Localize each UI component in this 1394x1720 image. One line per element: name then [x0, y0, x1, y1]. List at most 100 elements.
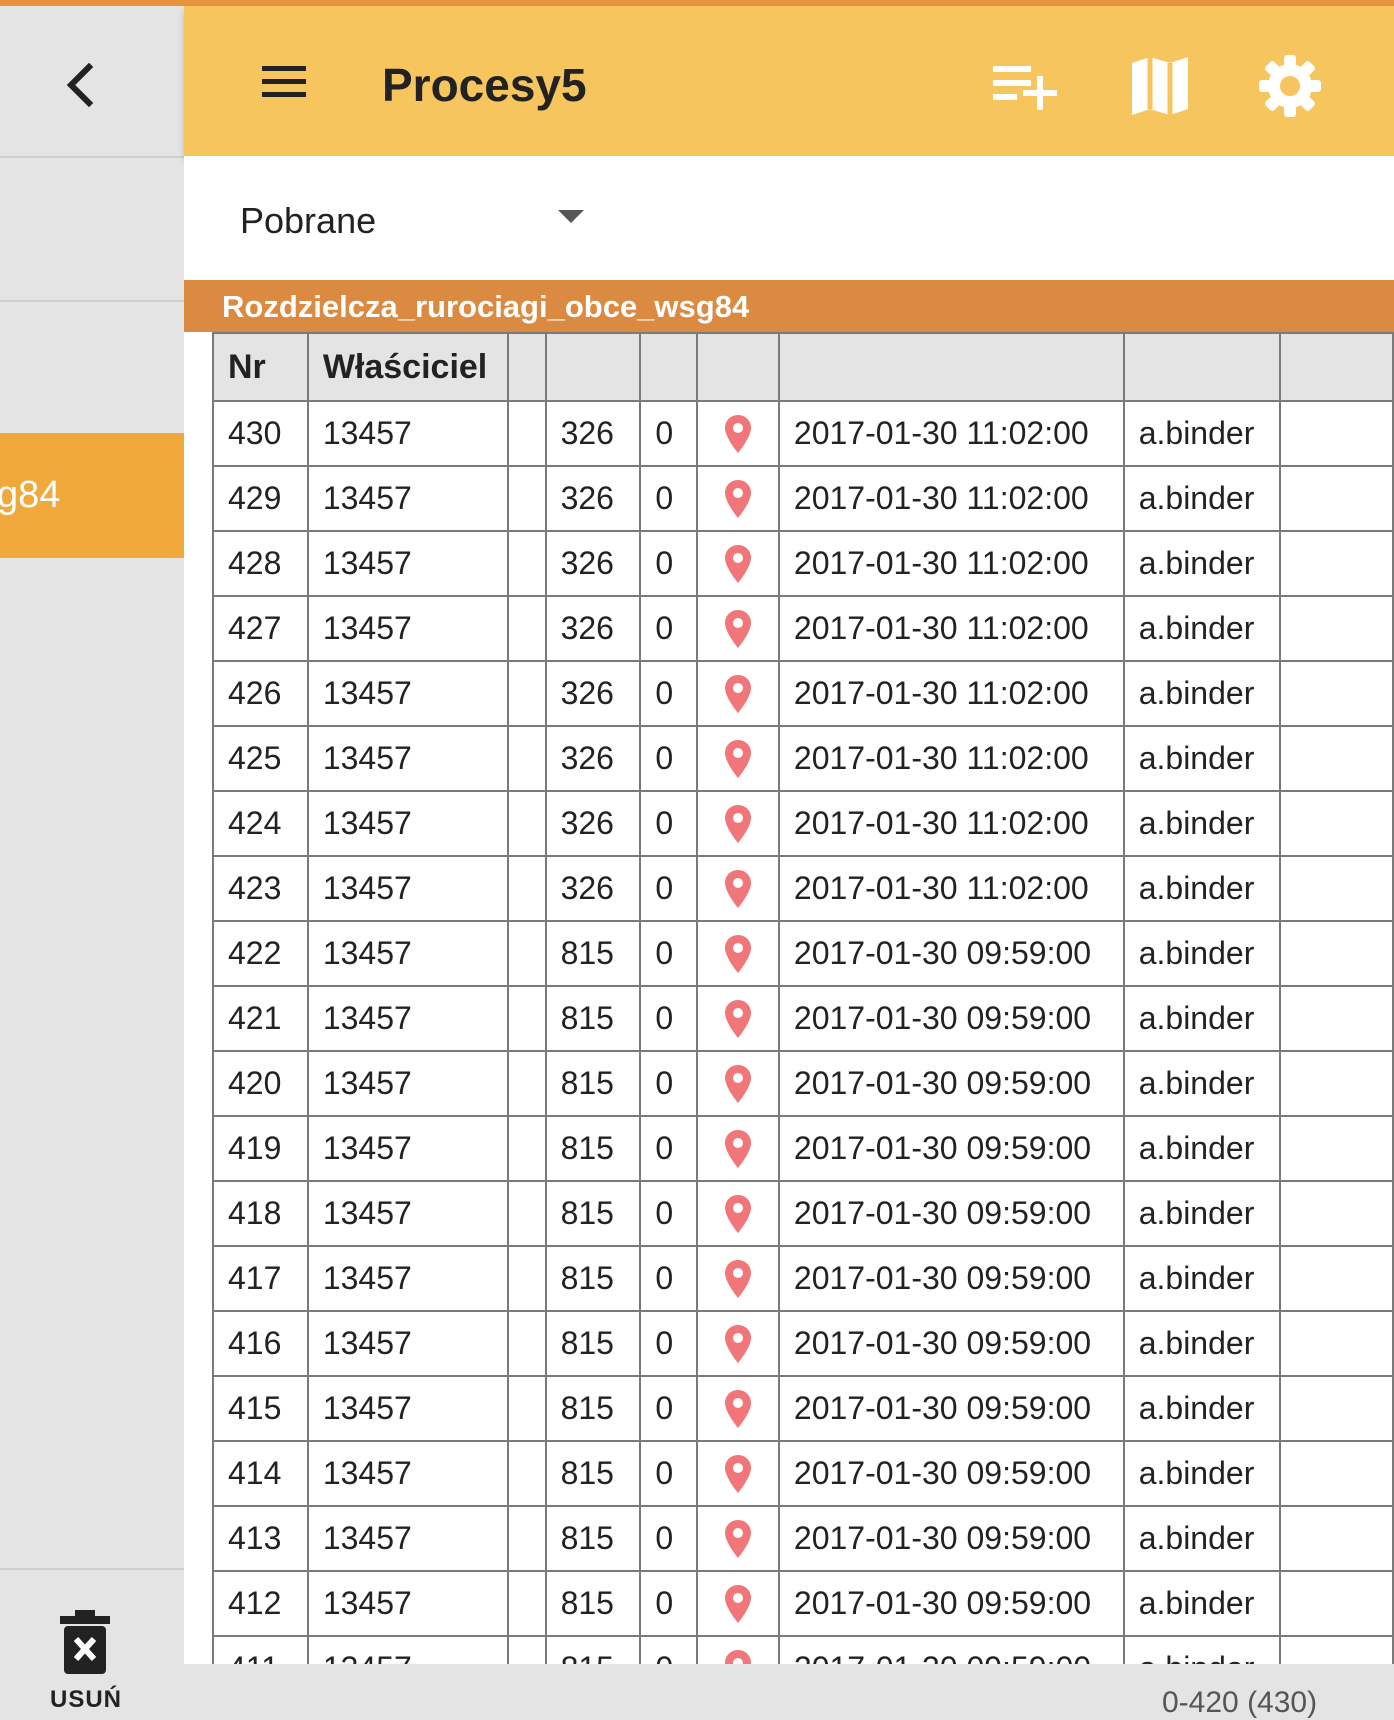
table-row[interactable]: 413 13457 815 0 2017-01-30 09:59:00 a.binder	[212, 1505, 1394, 1572]
table-row[interactable]: 428 13457 326 0 2017-01-30 11:02:00 a.binder	[212, 530, 1394, 597]
table-row[interactable]: 416 13457 815 0 2017-01-30 09:59:00 a.binder	[212, 1310, 1394, 1377]
delete-button[interactable]: USUŃ	[20, 1606, 150, 1713]
table-row[interactable]: 422 13457 815 0 2017-01-30 09:59:00 a.binder	[212, 920, 1394, 987]
table-row[interactable]: 41113457 8150 2017-01-30 09:59:00a.binder	[212, 1635, 1394, 1664]
menu-button[interactable]	[258, 56, 310, 108]
location-cell[interactable]	[696, 660, 780, 727]
table-row[interactable]: 423 13457 326 0 2017-01-30 11:02:00 a.binder	[212, 855, 1394, 922]
location-cell[interactable]	[696, 1570, 780, 1637]
map-button[interactable]	[1120, 46, 1200, 126]
column-header[interactable]: Nr	[212, 332, 309, 402]
column-header[interactable]	[544, 332, 642, 402]
status-filter-dropdown[interactable]: Pobrane	[240, 196, 600, 256]
table-cell: 13457	[306, 920, 509, 987]
table-cell	[1278, 790, 1394, 857]
location-cell[interactable]	[696, 1115, 780, 1182]
app-toolbar: Procesy5	[184, 6, 1394, 156]
records-table-wrap[interactable]: Nr Właściciel 430 13457 326 0 2017-01-30 11:0…	[212, 332, 1394, 1664]
table-cell: 427	[212, 595, 309, 662]
table-cell: 426	[212, 660, 309, 727]
left-divider	[0, 156, 184, 158]
table-cell	[506, 465, 547, 532]
table-cell: 13457	[306, 1310, 509, 1377]
column-header[interactable]: Właściciel	[306, 332, 509, 402]
table-cell: 13457	[306, 855, 509, 922]
location-cell[interactable]	[696, 1505, 780, 1572]
table-row[interactable]: 420 13457 815 0 2017-01-30 09:59:00 a.binder	[212, 1050, 1394, 1117]
table-cell	[1278, 985, 1394, 1052]
back-button[interactable]	[50, 54, 112, 116]
table-cell: 411	[212, 1635, 309, 1664]
settings-button[interactable]	[1250, 46, 1330, 126]
table-cell	[1278, 595, 1394, 662]
location-cell[interactable]	[696, 725, 780, 792]
table-cell: a.binder	[1122, 1505, 1281, 1572]
column-header[interactable]	[1122, 332, 1281, 402]
table-row[interactable]: 424 13457 326 0 2017-01-30 11:02:00 a.binder	[212, 790, 1394, 857]
location-cell[interactable]	[696, 1375, 780, 1442]
table-cell: 0	[639, 465, 699, 532]
selected-layer-item[interactable]: sg84	[0, 433, 184, 558]
left-panel: sg84	[0, 6, 184, 1702]
add-to-list-button[interactable]	[986, 46, 1066, 126]
location-cell[interactable]	[696, 1310, 780, 1377]
map-pin-icon	[725, 544, 752, 583]
table-cell: 326	[544, 725, 642, 792]
table-cell: a.binder	[1122, 920, 1281, 987]
table-cell: 13457	[306, 790, 509, 857]
map-pin-icon	[725, 1324, 752, 1363]
location-cell[interactable]	[696, 920, 780, 987]
table-cell	[1278, 1245, 1394, 1312]
table-cell: a.binder	[1122, 790, 1281, 857]
table-cell: 815	[544, 920, 642, 987]
location-cell[interactable]	[696, 1180, 780, 1247]
table-row[interactable]: 421 13457 815 0 2017-01-30 09:59:00 a.binder	[212, 985, 1394, 1052]
table-row[interactable]: 429 13457 326 0 2017-01-30 11:02:00 a.binder	[212, 465, 1394, 532]
table-row[interactable]: 427 13457 326 0 2017-01-30 11:02:00 a.binder	[212, 595, 1394, 662]
table-row[interactable]: 417 13457 815 0 2017-01-30 09:59:00 a.binder	[212, 1245, 1394, 1312]
table-cell: 13457	[306, 985, 509, 1052]
location-cell[interactable]	[696, 1635, 780, 1664]
column-header[interactable]	[696, 332, 780, 402]
table-cell: 0	[639, 1505, 699, 1572]
map-pin-icon	[725, 1454, 752, 1493]
dropdown-toggle[interactable]	[540, 196, 600, 256]
table-cell	[506, 530, 547, 597]
table-cell: a.binder	[1122, 725, 1281, 792]
table-cell: 2017-01-30 09:59:00	[777, 1375, 1125, 1442]
location-cell[interactable]	[696, 595, 780, 662]
location-cell[interactable]	[696, 1050, 780, 1117]
location-cell[interactable]	[696, 530, 780, 597]
table-cell: 13457	[306, 1115, 509, 1182]
table-cell	[506, 790, 547, 857]
map-pin-icon	[725, 1649, 752, 1664]
column-header[interactable]	[506, 332, 547, 402]
column-header[interactable]	[639, 332, 699, 402]
location-cell[interactable]	[696, 1245, 780, 1312]
table-row[interactable]: 415 13457 815 0 2017-01-30 09:59:00 a.binder	[212, 1375, 1394, 1442]
table-row[interactable]: 412 13457 815 0 2017-01-30 09:59:00 a.binder	[212, 1570, 1394, 1637]
table-cell: 0	[639, 1115, 699, 1182]
location-cell[interactable]	[696, 400, 780, 467]
table-row[interactable]: 426 13457 326 0 2017-01-30 11:02:00 a.binder	[212, 660, 1394, 727]
gear-icon	[1259, 55, 1321, 117]
location-cell[interactable]	[696, 1440, 780, 1507]
map-pin-icon	[725, 674, 752, 713]
table-row[interactable]: 430 13457 326 0 2017-01-30 11:02:00 a.binder	[212, 400, 1394, 467]
table-cell: a.binder	[1122, 985, 1281, 1052]
table-row[interactable]: 418 13457 815 0 2017-01-30 09:59:00 a.binder	[212, 1180, 1394, 1247]
location-cell[interactable]	[696, 465, 780, 532]
table-cell: 2017-01-30 09:59:00	[777, 1115, 1125, 1182]
column-header[interactable]	[777, 332, 1125, 402]
table-cell: 429	[212, 465, 309, 532]
table-row[interactable]: 414 13457 815 0 2017-01-30 09:59:00 a.binder	[212, 1440, 1394, 1507]
location-cell[interactable]	[696, 855, 780, 922]
table-cell: 2017-01-30 09:59:00	[777, 920, 1125, 987]
table-row[interactable]: 425 13457 326 0 2017-01-30 11:02:00 a.binder	[212, 725, 1394, 792]
location-cell[interactable]	[696, 985, 780, 1052]
table-cell: 0	[639, 1635, 699, 1664]
column-header[interactable]	[1278, 332, 1394, 402]
location-cell[interactable]	[696, 790, 780, 857]
table-row[interactable]: 419 13457 815 0 2017-01-30 09:59:00 a.binder	[212, 1115, 1394, 1182]
table-cell: 2017-01-30 09:59:00	[777, 1570, 1125, 1637]
